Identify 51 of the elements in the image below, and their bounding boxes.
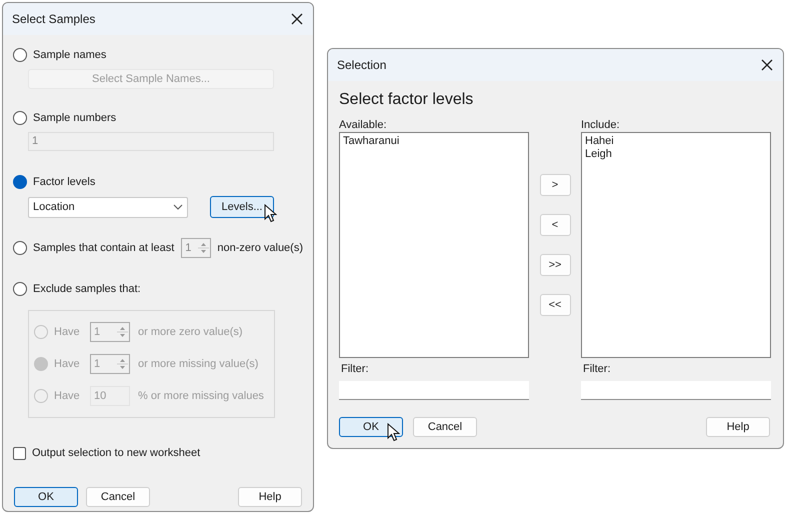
cursor-icon bbox=[264, 204, 277, 223]
spin-value: 1 bbox=[185, 240, 192, 256]
window-title: Select Samples bbox=[12, 11, 96, 28]
option-label: Exclude samples that: bbox=[33, 282, 141, 297]
button[interactable]: Help bbox=[706, 417, 770, 437]
list-item[interactable]: Leigh bbox=[585, 148, 767, 161]
list-item[interactable]: Tawharanui bbox=[343, 135, 525, 148]
cursor-icon bbox=[387, 423, 400, 442]
close-icon[interactable] bbox=[761, 59, 773, 71]
option-label: Sample numbers bbox=[33, 110, 116, 126]
button[interactable]: OK bbox=[14, 487, 78, 507]
move-button[interactable]: >> bbox=[540, 254, 570, 276]
list-item[interactable]: Hahei bbox=[585, 135, 767, 148]
option-label: Sample names bbox=[33, 48, 106, 63]
option-label: Have bbox=[54, 324, 81, 340]
spin-value: 1 bbox=[94, 356, 100, 372]
option-label: Factor levels bbox=[33, 174, 96, 190]
move-button[interactable]: < bbox=[540, 214, 570, 236]
button[interactable]: Cancel bbox=[413, 417, 477, 437]
close-icon[interactable] bbox=[291, 13, 303, 25]
option-label: Samples that contain at least bbox=[33, 240, 174, 256]
option-label: % or more missing values bbox=[138, 388, 264, 404]
option-label: non-zero value(s) bbox=[217, 240, 303, 256]
option-label: or more missing value(s) bbox=[138, 356, 258, 372]
filter-label: Filter: bbox=[340, 362, 370, 374]
list-box[interactable]: Hahei Leigh bbox=[581, 132, 771, 358]
dialog-heading: Select factor levels bbox=[339, 90, 474, 110]
button[interactable]: Levels... bbox=[210, 196, 274, 218]
list-label: Include: bbox=[581, 118, 621, 132]
list-box[interactable]: Tawharanui bbox=[339, 132, 529, 358]
dropdown[interactable]: Location bbox=[28, 196, 188, 218]
filter-field[interactable] bbox=[339, 380, 529, 400]
button[interactable]: OK bbox=[339, 417, 403, 437]
filter-field[interactable] bbox=[581, 380, 771, 400]
dropdown-value: Location bbox=[33, 200, 75, 215]
move-button[interactable]: > bbox=[540, 174, 570, 196]
window-title: Selection bbox=[337, 57, 386, 74]
option-label: Have bbox=[54, 388, 81, 404]
button[interactable]: Help bbox=[238, 487, 302, 507]
checkbox[interactable] bbox=[13, 446, 26, 460]
chevron-icon bbox=[173, 204, 183, 210]
option-label: or more zero value(s) bbox=[138, 324, 243, 340]
filter-label: Filter: bbox=[582, 362, 612, 374]
spin-value: 1 bbox=[94, 324, 100, 340]
list-label: Available: bbox=[339, 118, 388, 132]
move-button[interactable]: << bbox=[540, 294, 570, 316]
option-label: Have bbox=[54, 356, 81, 372]
checkbox-label: Output selection to new worksheet bbox=[32, 446, 200, 461]
radio-button[interactable] bbox=[13, 175, 27, 189]
radio-button[interactable] bbox=[13, 241, 27, 255]
button[interactable]: Cancel bbox=[86, 487, 150, 507]
